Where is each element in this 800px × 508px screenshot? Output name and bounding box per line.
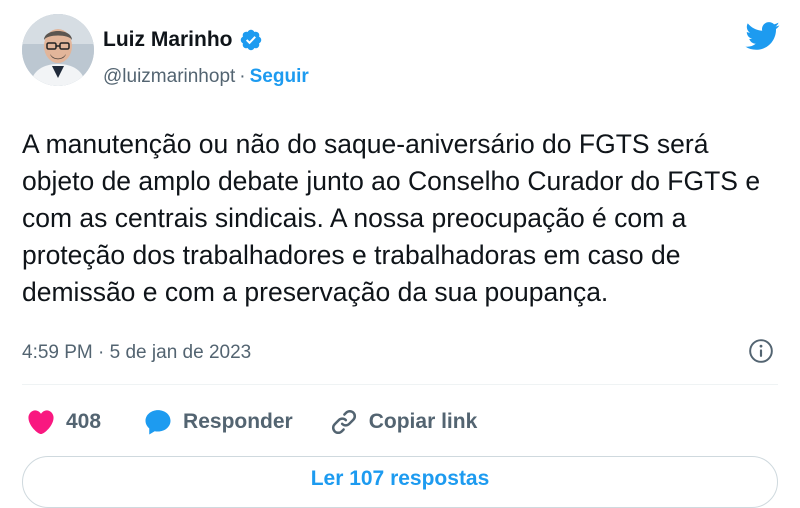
author-handle-row: @luizmarinhopt · Seguir xyxy=(103,66,309,88)
link-icon xyxy=(331,409,356,435)
follow-button[interactable]: Seguir xyxy=(250,66,309,88)
twitter-bird-icon[interactable] xyxy=(744,18,780,54)
action-bar: 408 Responder Copiar link xyxy=(26,404,477,440)
info-icon[interactable] xyxy=(748,338,774,364)
speech-bubble-icon xyxy=(145,410,171,435)
reply-button[interactable]: Responder xyxy=(143,407,293,437)
avatar-image xyxy=(22,14,94,86)
heart-icon xyxy=(28,410,54,435)
author-name[interactable]: Luiz Marinho xyxy=(103,28,233,52)
copy-link-label: Copiar link xyxy=(368,410,478,433)
author-handle[interactable]: @luizmarinhopt xyxy=(103,66,235,88)
divider xyxy=(22,384,778,385)
avatar[interactable] xyxy=(22,14,94,86)
reply-label: Responder xyxy=(183,410,293,433)
read-replies-button[interactable]: Ler 107 respostas xyxy=(22,456,778,508)
verified-badge-icon xyxy=(240,29,261,51)
like-count: 408 xyxy=(66,410,102,433)
read-replies-label: Ler 107 respostas xyxy=(310,467,490,490)
like-button[interactable]: 408 xyxy=(26,407,101,437)
tweet-text: A manutenção ou não do saque-aniversário… xyxy=(22,129,761,307)
copy-link-button[interactable]: Copiar link xyxy=(329,407,478,437)
separator-dot: · xyxy=(239,66,246,87)
author-name-row[interactable]: Luiz Marinho xyxy=(103,28,263,52)
tweet-timestamp[interactable]: 4:59 PM · 5 de jan de 2023 xyxy=(22,342,251,364)
